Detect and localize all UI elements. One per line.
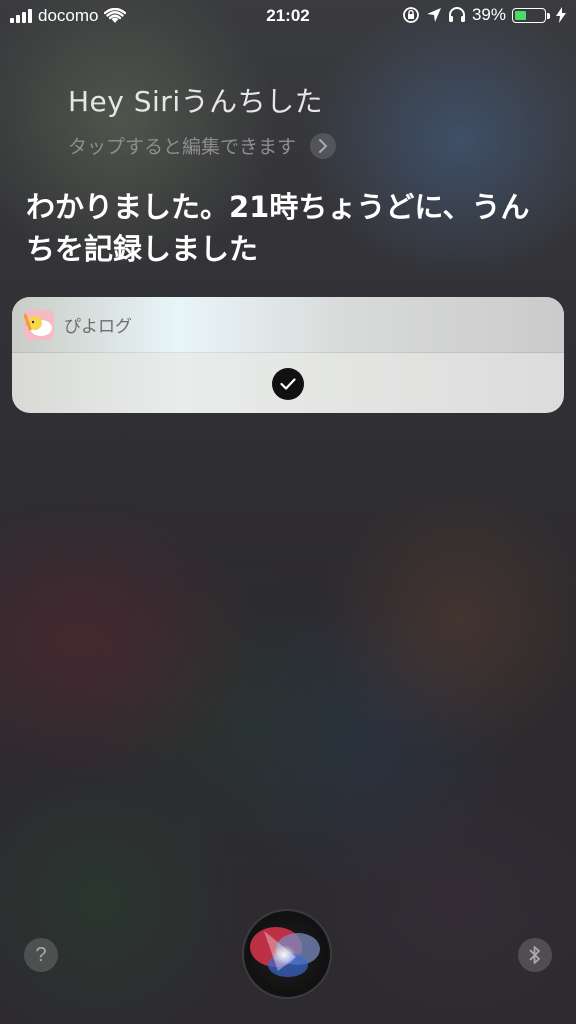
edit-hint-label: タップすると編集できます bbox=[68, 136, 297, 158]
app-result-card[interactable]: ぴよログ bbox=[12, 297, 564, 413]
siri-orb-button[interactable] bbox=[244, 911, 330, 997]
checkmark-icon bbox=[272, 367, 304, 400]
question-icon: ? bbox=[35, 943, 47, 966]
piyolog-app-icon bbox=[24, 309, 54, 340]
card-body bbox=[12, 353, 564, 413]
help-button[interactable]: ? bbox=[24, 938, 58, 972]
battery-percent: 39% bbox=[471, 5, 506, 24]
app-name: ぴよログ bbox=[64, 317, 132, 337]
location-icon bbox=[426, 8, 441, 22]
status-bar: docomo 21:02 39% bbox=[0, 0, 576, 32]
card-header: ぴよログ bbox=[12, 297, 564, 353]
bluetooth-button[interactable] bbox=[518, 938, 552, 972]
chevron-right-icon[interactable] bbox=[310, 132, 337, 159]
siri-response: わかりました。21時ちょうどに、うんちを記録しました bbox=[26, 190, 530, 266]
battery-icon bbox=[512, 7, 550, 23]
bluetooth-icon bbox=[529, 946, 540, 964]
headphones-icon bbox=[448, 7, 465, 22]
edit-hint[interactable]: タップすると編集できます bbox=[68, 132, 337, 159]
charging-icon bbox=[556, 7, 566, 23]
rotation-lock-icon bbox=[403, 7, 419, 23]
siri-orb-icon bbox=[250, 927, 320, 977]
siri-query-text[interactable]: Hey Siriうんちした bbox=[68, 80, 323, 120]
